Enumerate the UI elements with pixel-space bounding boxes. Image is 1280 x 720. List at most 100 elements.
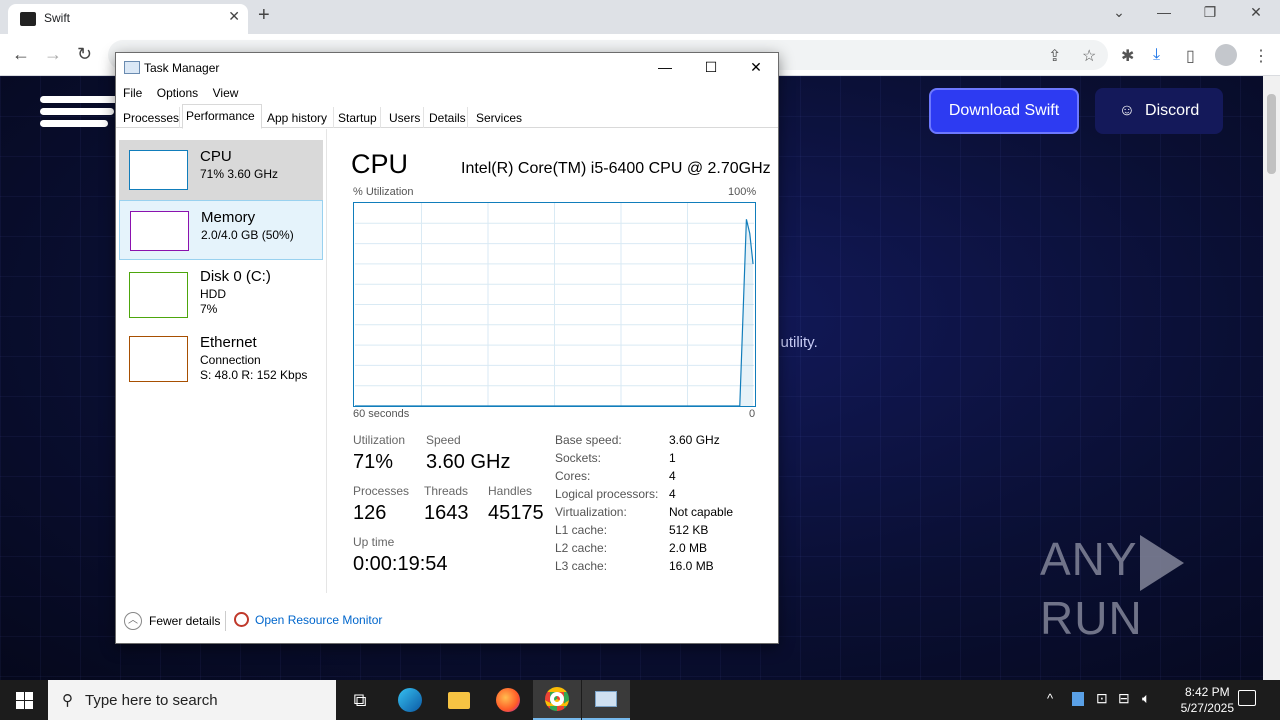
clock-date: 5/27/2025: [1180, 701, 1234, 715]
tab-bar: Processes Performance App history Startu…: [116, 104, 778, 129]
menu-file[interactable]: File: [123, 86, 142, 100]
discord-label: Discord: [1145, 102, 1200, 119]
detail-key: Base speed:: [555, 433, 622, 447]
tab-users[interactable]: Users: [386, 107, 424, 128]
resource-monitor-label: Open Resource Monitor: [255, 612, 383, 627]
uptime-value: 0:00:19:54: [353, 553, 448, 575]
page-scrollbar[interactable]: [1263, 76, 1280, 680]
resource-ethernet[interactable]: Ethernet Connection S: 48.0 R: 152 Kbps: [119, 326, 323, 390]
handles-value: 45175: [488, 502, 544, 524]
windows-taskbar: ⚲ Type here to search ⧉ ^ ⊡ ⊟ 🔈︎ 8:42 PM…: [0, 680, 1280, 720]
swift-favicon-icon: [20, 12, 36, 26]
forward-icon[interactable]: →: [44, 44, 62, 65]
firefox-icon[interactable]: [484, 680, 532, 720]
file-explorer-icon[interactable]: [435, 680, 483, 720]
detail-key: L1 cache:: [555, 523, 608, 537]
browser-close-button[interactable]: ✕: [1233, 4, 1279, 21]
tab-startup[interactable]: Startup: [335, 107, 381, 128]
cpu-heading: CPU: [351, 149, 409, 179]
graph-gridlines: [354, 203, 755, 406]
resource-monitor-icon: [234, 612, 249, 627]
resource-name: CPU: [200, 148, 232, 165]
resource-summary: 2.0/4.0 GB (50%): [201, 228, 294, 242]
tab-processes[interactable]: Processes: [120, 107, 180, 128]
speed-value: 3.60 GHz: [426, 451, 511, 473]
tray-storage-icon[interactable]: [1072, 692, 1084, 706]
task-manager-icon: [124, 61, 140, 74]
browser-minimize-button[interactable]: —: [1141, 4, 1187, 20]
start-button[interactable]: [0, 680, 48, 720]
tab-details[interactable]: Details: [426, 107, 468, 128]
menu-view[interactable]: View: [213, 86, 239, 100]
chrome-icon[interactable]: [533, 680, 581, 720]
graph-x-label-right: 0: [749, 408, 756, 420]
tab-services[interactable]: Services: [473, 107, 523, 128]
resource-name: Ethernet: [200, 334, 257, 351]
resource-name: Memory: [201, 209, 256, 226]
resource-summary: HDD 7%: [200, 287, 226, 316]
tab-app-history[interactable]: App history: [264, 107, 334, 128]
speed-label: Speed: [426, 433, 461, 447]
threads-label: Threads: [424, 484, 469, 498]
resource-cpu[interactable]: CPU 71% 3.60 GHz: [119, 140, 323, 200]
cpu-utilization-graph: [353, 202, 756, 407]
close-button[interactable]: ✕: [741, 59, 771, 76]
task-manager-taskbar-icon[interactable]: [582, 680, 630, 720]
maximize-button[interactable]: ☐: [696, 59, 726, 76]
task-view-icon[interactable]: ⧉: [336, 680, 384, 720]
resource-summary: Connection S: 48.0 R: 152 Kbps: [200, 353, 308, 382]
tray-app-icon[interactable]: ⊡: [1096, 690, 1108, 707]
processes-label: Processes: [353, 484, 410, 498]
tab-search-icon[interactable]: ⌄: [1096, 4, 1142, 21]
utilization-label: Utilization: [353, 433, 406, 447]
detail-value: 4: [669, 487, 676, 501]
detail-value: 1: [669, 451, 676, 465]
discord-button[interactable]: ☺ Discord: [1095, 88, 1223, 134]
profile-avatar-icon[interactable]: [1215, 44, 1237, 66]
detail-key: Sockets:: [555, 451, 602, 465]
download-icon[interactable]: ⤓: [1153, 46, 1160, 64]
new-tab-button[interactable]: +: [258, 4, 270, 27]
detail-key: Virtualization:: [555, 505, 627, 519]
network-icon[interactable]: ⊟: [1118, 690, 1130, 707]
bookmark-star-icon[interactable]: ☆: [1082, 46, 1096, 66]
browser-restore-button[interactable]: ❐: [1187, 4, 1233, 21]
taskbar-search-box[interactable]: ⚲ Type here to search: [48, 680, 336, 720]
menu-options[interactable]: Options: [157, 86, 198, 100]
volume-icon[interactable]: 🔈︎: [1142, 690, 1150, 707]
extensions-icon[interactable]: ✱: [1121, 46, 1134, 66]
detail-key: L2 cache:: [555, 541, 608, 555]
threads-value: 1643: [424, 502, 469, 524]
windows-logo-icon: [15, 691, 33, 709]
detail-key: L3 cache:: [555, 559, 608, 573]
open-resource-monitor-link[interactable]: Open Resource Monitor: [234, 612, 382, 627]
detail-value: 2.0 MB: [669, 541, 708, 555]
back-icon[interactable]: ←: [12, 44, 30, 65]
tab-performance[interactable]: Performance: [182, 104, 262, 129]
fewer-details-button[interactable]: ︿ Fewer details: [124, 612, 220, 630]
cpu-model: Intel(R) Core(TM) i5-6400 CPU @ 2.70GHz: [461, 160, 771, 177]
browser-tab[interactable]: Swift ✕: [8, 4, 248, 34]
search-icon: ⚲: [62, 692, 73, 709]
system-clock[interactable]: 8:42 PM 5/27/2025: [1181, 684, 1234, 716]
detail-key: Logical processors:: [555, 487, 659, 501]
uptime-label: Up time: [353, 535, 395, 549]
resource-disk[interactable]: Disk 0 (C:) HDD 7%: [119, 260, 323, 324]
menu-kebab-icon[interactable]: ⋮: [1253, 46, 1269, 66]
download-swift-button[interactable]: Download Swift: [929, 88, 1079, 134]
tab-title: Swift: [44, 11, 71, 25]
notification-icon[interactable]: [1238, 690, 1256, 706]
tab-close-icon[interactable]: ✕: [228, 8, 240, 25]
minimize-button[interactable]: —: [650, 59, 680, 75]
share-icon[interactable]: ⇪: [1048, 46, 1061, 66]
edge-icon[interactable]: [386, 680, 434, 720]
side-panel-icon[interactable]: ▯: [1186, 46, 1195, 66]
detail-key: Cores:: [555, 469, 591, 483]
tray-chevron-up-icon[interactable]: ^: [1047, 691, 1053, 706]
processes-value: 126: [353, 502, 387, 524]
resource-memory[interactable]: Memory 2.0/4.0 GB (50%): [119, 200, 323, 260]
reload-icon[interactable]: ↻: [77, 44, 92, 65]
ethernet-mini-graph: [129, 336, 188, 382]
menu-bar: File Options View: [116, 83, 241, 103]
disk-mini-graph: [129, 272, 188, 318]
